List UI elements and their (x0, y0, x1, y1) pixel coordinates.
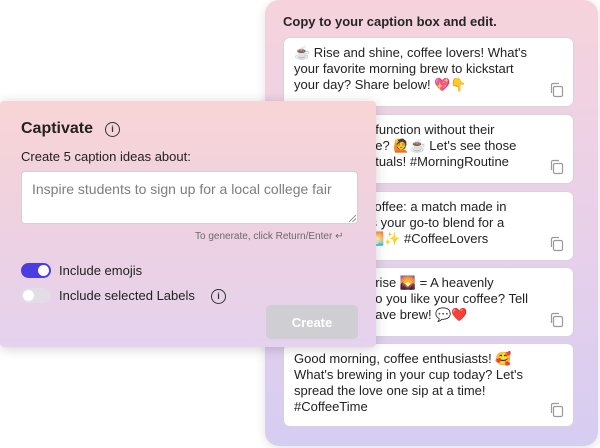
caption-line: t function without their (368, 122, 495, 137)
caption-card[interactable]: ☕ Rise and shine, coffee lovers! What's … (283, 37, 574, 107)
copy-icon[interactable] (549, 312, 565, 328)
caption-line: 🌅✨ #CoffeeLovers (368, 231, 489, 246)
caption-line: coffee: a match made in (368, 199, 507, 214)
generate-hint: To generate, click Return/Enter ↵ (195, 231, 344, 242)
caption-line: nrise 🌄 = A heavenly (368, 275, 494, 290)
caption-line: have brew! 💬❤️ (368, 307, 468, 322)
caption-line: #CoffeeTime (294, 399, 368, 414)
emojis-toggle[interactable] (21, 263, 51, 278)
emojis-toggle-label: Include emojis (59, 263, 143, 278)
caption-line: spread the love one sip at a time! (294, 383, 486, 398)
copy-icon[interactable] (549, 236, 565, 252)
captions-header: Copy to your caption box and edit. (283, 14, 497, 29)
app-title: Captivate (21, 120, 94, 137)
caption-line: ee? 🙋☕ Let's see those (368, 138, 517, 153)
labels-toggle-label: Include selected Labels (59, 288, 195, 303)
caption-line: 's your go-to blend for a (368, 215, 505, 230)
toggle-knob (38, 265, 49, 276)
toggle-knob (23, 290, 34, 301)
copy-icon[interactable] (549, 159, 565, 175)
prompt-label: Create 5 caption ideas about: (21, 149, 191, 164)
labels-toggle[interactable] (21, 288, 51, 303)
captivate-panel: Captivate i Create 5 caption ideas about… (0, 101, 376, 347)
caption-line: ☕ Rise and shine, coffee lovers! What's (294, 45, 528, 60)
caption-line: What's brewing in your cup today? Let's (294, 367, 523, 382)
create-button[interactable]: Create (266, 305, 358, 339)
caption-line: do you like your coffee? Tell (368, 291, 528, 306)
caption-card[interactable]: Good morning, coffee enthusiasts! 🥰 What… (283, 343, 574, 427)
caption-line: Good morning, coffee enthusiasts! 🥰 (294, 351, 512, 366)
caption-line: rituals! #MorningRoutine (368, 154, 509, 169)
caption-line: your day? Share below! 💖👇 (294, 77, 467, 92)
info-icon[interactable]: i (211, 289, 226, 304)
copy-icon[interactable] (549, 82, 565, 98)
copy-icon[interactable] (549, 402, 565, 418)
prompt-input[interactable] (21, 171, 358, 224)
info-icon[interactable]: i (105, 122, 120, 137)
resize-grip-icon[interactable] (349, 215, 356, 222)
caption-line: your favorite morning brew to kickstart (294, 61, 514, 76)
